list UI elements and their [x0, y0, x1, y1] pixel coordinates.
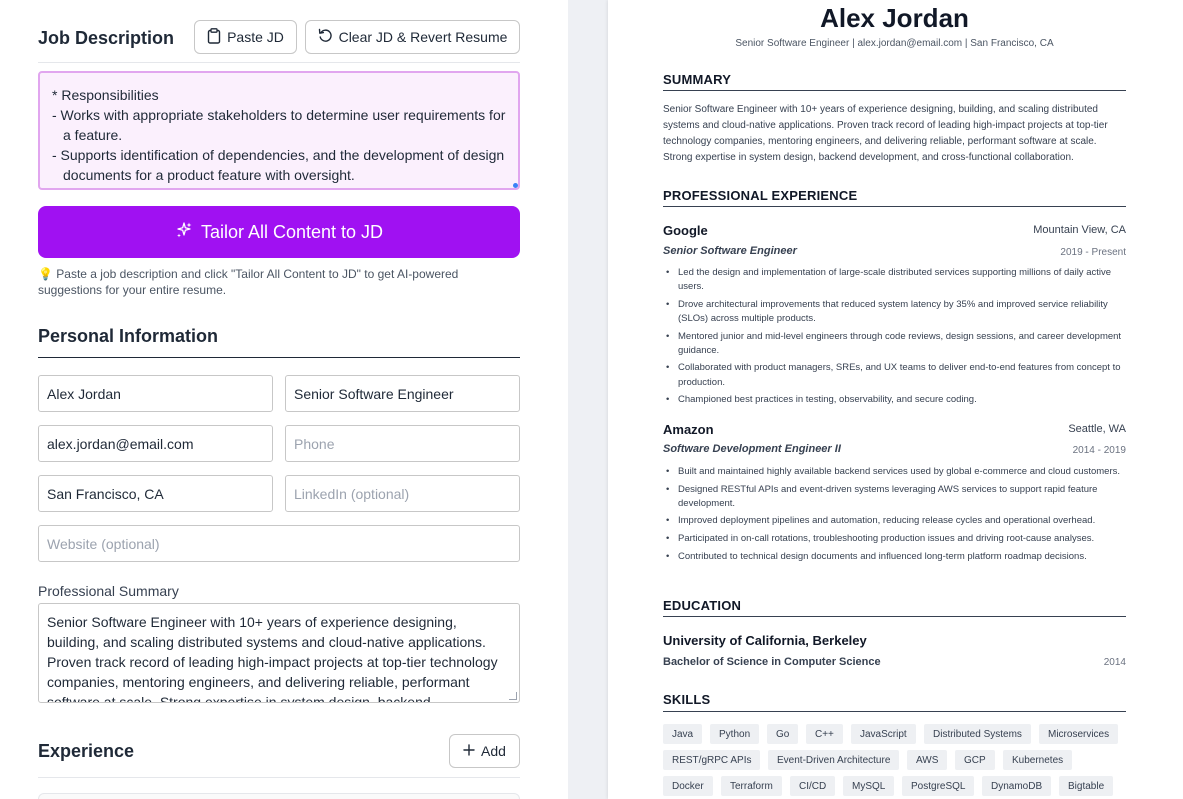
summary-line: Strong expertise in system design, backe… — [663, 152, 1074, 163]
skill-chip: Bigtable — [1059, 776, 1114, 796]
jd-line: a feature. — [63, 127, 123, 143]
editor-pane: Job Description Paste JD Clear JD & Reve… — [0, 0, 568, 799]
summary-line: technology companies, mentoring engineer… — [663, 136, 1097, 147]
skill-chip: C++ — [806, 724, 843, 744]
job-dates: 2014 - 2019 — [1072, 445, 1126, 456]
education-rule — [663, 616, 1126, 617]
clear-jd-button[interactable]: Clear JD & Revert Resume — [305, 20, 520, 54]
job-role: Software Development Engineer II — [663, 443, 841, 455]
job-bullet: Led the design and implementation of lar… — [663, 266, 1126, 294]
skill-chip: REST/gRPC APIs — [663, 750, 761, 770]
skill-chip: MySQL — [843, 776, 895, 796]
job-location: Seattle, WA — [1068, 423, 1126, 435]
clipboard-icon — [207, 27, 221, 47]
paste-jd-button[interactable]: Paste JD — [194, 20, 297, 54]
skill-chip: DynamoDB — [982, 776, 1052, 796]
resume-page: Alex Jordan Senior Software Engineer | a… — [608, 0, 1183, 799]
tailor-all-button[interactable]: Tailor All Content to JD — [38, 206, 520, 258]
website-field[interactable]: Website (optional) — [38, 525, 520, 562]
skill-chip: Docker — [663, 776, 713, 796]
plus-icon — [463, 743, 475, 759]
skill-chip: CI/CD — [790, 776, 836, 796]
experience-title: Experience — [38, 741, 135, 761]
preview-pane: Alex Jordan Senior Software Engineer | a… — [568, 0, 1183, 799]
job-dates: 2019 - Present — [1060, 247, 1126, 258]
jd-line: - Works with appropriate stakeholders to… — [52, 107, 506, 123]
tailor-hint: 💡 Paste a job description and click "Tai… — [38, 267, 459, 297]
name-field[interactable]: Alex Jordan — [38, 375, 273, 412]
jd-section-title: Job Description — [38, 28, 175, 48]
add-experience-label: Add — [481, 743, 506, 759]
jd-textarea[interactable]: * Responsibilities - Works with appropri… — [38, 71, 520, 190]
headline-field[interactable]: Senior Software Engineer — [285, 375, 520, 412]
skills-rule — [663, 711, 1126, 712]
job-bullet: Championed best practices in testing, ob… — [663, 393, 1126, 407]
skill-chip: Python — [710, 724, 760, 744]
resume-name: Alex Jordan — [820, 3, 969, 33]
jd-line: - Supports identification of dependencie… — [52, 147, 505, 163]
resize-handle-icon[interactable] — [513, 183, 518, 188]
add-experience-button[interactable]: Add — [449, 734, 520, 768]
degree: Bachelor of Science in Computer Science — [663, 656, 881, 668]
experience-heading: PROFESSIONAL EXPERIENCE — [663, 188, 858, 203]
phone-field[interactable]: Phone — [285, 425, 520, 462]
job-bullet: Contributed to technical design document… — [663, 550, 1126, 564]
job-bullet: Participated in on-call rotations, troub… — [663, 532, 1126, 546]
skill-chip: Event-Driven Architecture — [768, 750, 900, 770]
skill-chip: Kubernetes — [1003, 750, 1073, 770]
personal-info-rule — [38, 357, 520, 358]
skill-chip: Terraform — [721, 776, 782, 796]
personal-info-title: Personal Information — [38, 326, 219, 346]
education-heading: EDUCATION — [663, 598, 742, 613]
job-bullet: Built and maintained highly available ba… — [663, 465, 1126, 479]
resume-contact: Senior Software Engineer | alex.jordan@e… — [735, 38, 1054, 49]
skill-chip: Java — [663, 724, 703, 744]
skill-chip: Microservices — [1039, 724, 1119, 744]
skill-chip: Distributed Systems — [924, 724, 1031, 744]
skill-chip: JavaScript — [851, 724, 916, 744]
job-bullets: Built and maintained highly available ba… — [663, 465, 1126, 567]
location-field[interactable]: San Francisco, CA — [38, 475, 273, 512]
job-bullet: Mentored junior and mid-level engineers … — [663, 330, 1126, 358]
summary-textarea[interactable]: Senior Software Engineer with 10+ years … — [38, 603, 520, 703]
job-bullets: Led the design and implementation of lar… — [663, 266, 1126, 411]
skill-chip: AWS — [907, 750, 948, 770]
job-bullet: Designed RESTful APIs and event-driven s… — [663, 483, 1126, 511]
experience-divider — [38, 777, 520, 778]
job-role: Senior Software Engineer — [663, 245, 797, 257]
summary-line: systems and cloud-native applications. P… — [663, 120, 1108, 131]
email-field[interactable]: alex.jordan@email.com — [38, 425, 273, 462]
resize-grip-icon[interactable] — [509, 692, 517, 700]
summary-line: Senior Software Engineer with 10+ years … — [663, 104, 1098, 115]
experience-rule — [663, 206, 1126, 207]
job-bullet: Collaborated with product managers, SREs… — [663, 361, 1126, 389]
summary-label: Professional Summary — [38, 583, 179, 599]
jd-line: documents for a product feature with ove… — [63, 167, 355, 183]
jd-line: * Responsibilities — [52, 87, 159, 103]
job-bullet: Drove architectural improvements that re… — [663, 298, 1126, 326]
job-location: Mountain View, CA — [1033, 224, 1126, 236]
skills-heading: SKILLS — [663, 692, 711, 707]
revert-icon — [318, 28, 333, 46]
skill-chip: GCP — [955, 750, 995, 770]
experience-card[interactable] — [38, 793, 520, 799]
jd-header: Job Description Paste JD Clear JD & Reve… — [38, 20, 520, 54]
skill-chip: PostgreSQL — [902, 776, 975, 796]
grad-year: 2014 — [1103, 657, 1126, 668]
tailor-all-label: Tailor All Content to JD — [200, 221, 384, 242]
skill-chip: Go — [767, 724, 799, 744]
summary-heading: SUMMARY — [663, 72, 732, 87]
clear-jd-label: Clear JD & Revert Resume — [338, 29, 508, 45]
summary-rule — [663, 90, 1126, 91]
paste-jd-label: Paste JD — [227, 29, 284, 45]
linkedin-field[interactable]: LinkedIn (optional) — [285, 475, 520, 512]
resume-summary: Senior Software Engineer with 10+ years … — [663, 102, 1126, 166]
school-name: University of California, Berkeley — [663, 633, 867, 648]
jd-divider — [38, 62, 520, 63]
summary-text: Senior Software Engineer with 10+ years … — [47, 614, 498, 703]
sparkles-icon — [175, 221, 193, 244]
job-company: Amazon — [663, 422, 714, 437]
job-bullet: Improved deployment pipelines and automa… — [663, 514, 1126, 528]
job-company: Google — [663, 223, 708, 238]
